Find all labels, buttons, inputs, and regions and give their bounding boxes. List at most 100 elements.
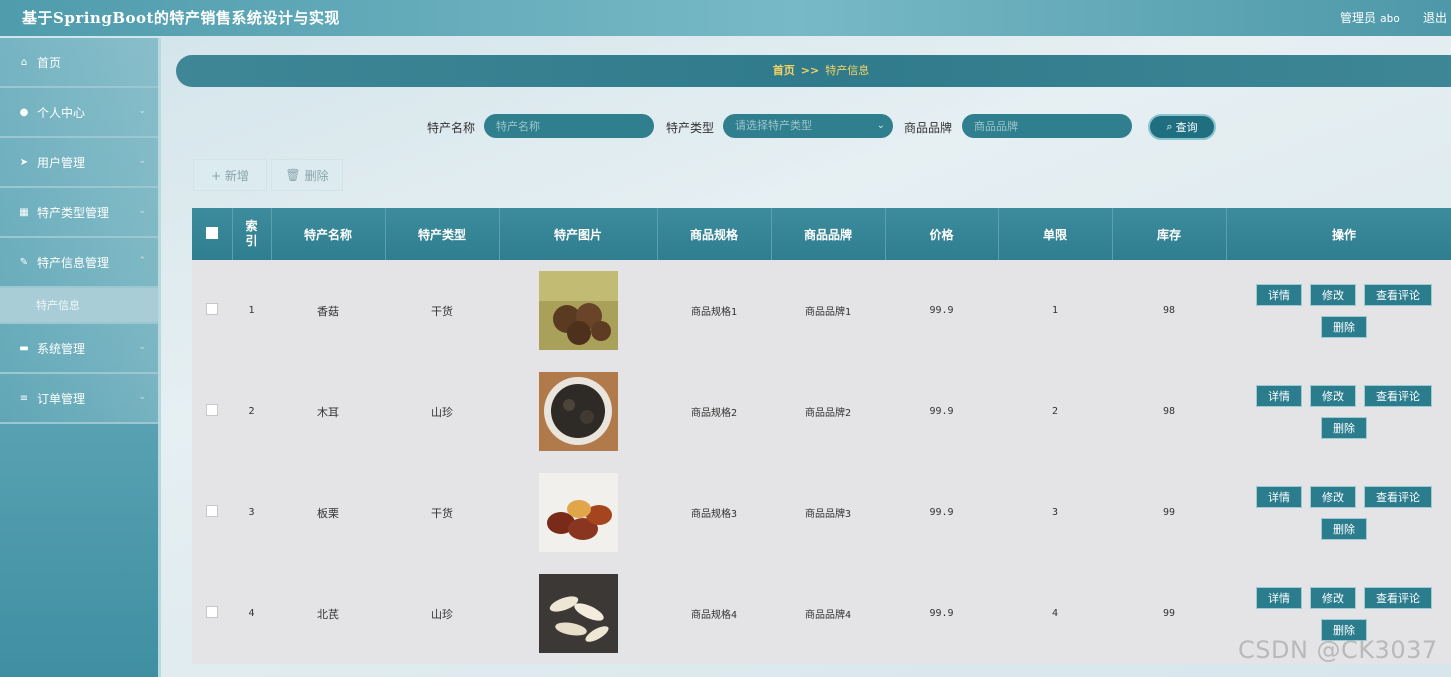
cell-stock: 98 <box>1112 260 1226 361</box>
query-button-label: 查询 <box>1175 121 1198 134</box>
cell-image <box>499 563 657 664</box>
cell-brand: 商品品牌1 <box>771 260 885 361</box>
sidebar-item-type-management[interactable]: ▦ 特产类型管理 ⌄ <box>0 188 158 238</box>
chevron-up-icon: ⌃ <box>138 256 146 266</box>
cell-name: 板栗 <box>271 462 385 563</box>
view-reviews-button[interactable]: 查看评论 <box>1364 283 1432 306</box>
row-checkbox[interactable] <box>206 303 218 315</box>
column-header: 价格 <box>885 208 999 260</box>
breadcrumb-home[interactable]: 首页 <box>773 64 795 77</box>
cell-brand: 商品品牌3 <box>771 462 885 563</box>
edit-button[interactable]: 修改 <box>1310 586 1356 609</box>
cell-price: 99.9 <box>885 361 998 462</box>
cell-type: 山珍 <box>385 361 499 462</box>
delete-row-button[interactable]: 删除 <box>1321 315 1367 338</box>
sidebar-item-label: 个人中心 <box>37 105 86 120</box>
thumbs-up-icon: ✎ <box>19 256 29 268</box>
row-checkbox[interactable] <box>206 606 218 618</box>
delete-button[interactable]: 🗑 删除 <box>271 159 343 191</box>
send-icon: ➤ <box>19 156 29 168</box>
cell-limit: 2 <box>998 361 1112 462</box>
sidebar-item-label: 用户管理 <box>37 155 86 170</box>
row-checkbox[interactable] <box>206 404 218 416</box>
view-reviews-button[interactable]: 查看评论 <box>1364 384 1432 407</box>
cell-limit: 1 <box>998 260 1112 361</box>
sidebar-item-system-management[interactable]: ▬ 系统管理 ⌄ <box>0 324 158 374</box>
select-all-checkbox[interactable] <box>205 226 218 239</box>
query-button[interactable]: ⌕ 查询 <box>1148 114 1216 140</box>
sidebar: ⌂ 首页 ● 个人中心 ⌄ ➤ 用户管理 ⌄ ▦ 特产类型管理 ⌄ ✎ 特产信息… <box>0 38 161 677</box>
cell-image <box>499 462 657 563</box>
user-icon: ● <box>19 106 29 118</box>
detail-button[interactable]: 详情 <box>1256 384 1302 407</box>
cell-type: 山珍 <box>385 563 499 664</box>
delete-row-button[interactable]: 删除 <box>1321 517 1367 540</box>
cell-spec: 商品规格2 <box>657 361 771 462</box>
view-reviews-button[interactable]: 查看评论 <box>1364 586 1432 609</box>
row-checkbox[interactable] <box>206 505 218 517</box>
chevron-down-icon: ⌄ <box>138 156 146 166</box>
chevron-down-icon: ⌄ <box>138 342 146 352</box>
view-reviews-button[interactable]: 查看评论 <box>1364 485 1432 508</box>
column-header: 特产图片 <box>499 208 658 260</box>
monitor-icon: ▬ <box>19 342 29 354</box>
home-icon: ⌂ <box>20 56 28 68</box>
column-header: 索引 <box>232 208 272 260</box>
sidebar-item-info-management[interactable]: ✎ 特产信息管理 ⌃ <box>0 238 158 288</box>
column-header: 库存 <box>1112 208 1227 260</box>
table-row: 3 板栗 干货 商品规格3 商品品牌3 99.9 3 99 详情 修改 查看评论 删除 <box>192 462 1451 563</box>
type-label: 特产类型 <box>666 121 715 135</box>
top-bar: 基于SpringBoot的特产销售系统设计与实现 管理员 abo 退出 <box>0 0 1451 36</box>
cell-spec: 商品规格1 <box>657 260 771 361</box>
list-icon: ≡ <box>19 392 29 404</box>
user-info: 管理员 abo <box>1340 9 1400 26</box>
product-image-chestnut <box>538 473 618 552</box>
detail-button[interactable]: 详情 <box>1256 283 1302 306</box>
grid-icon: ▦ <box>19 206 29 218</box>
cell-index: 4 <box>232 563 271 664</box>
brand-search-input[interactable] <box>962 114 1132 138</box>
edit-button[interactable]: 修改 <box>1310 283 1356 306</box>
type-select[interactable]: 请选择特产类型 ⌄ <box>723 114 893 138</box>
chevron-down-icon: ⌄ <box>138 106 146 116</box>
sidebar-item-personal-center[interactable]: ● 个人中心 ⌄ <box>0 88 158 138</box>
column-header: 特产名称 <box>271 208 386 260</box>
sidebar-item-order-management[interactable]: ≡ 订单管理 ⌄ <box>0 374 158 424</box>
sidebar-subitem-info[interactable]: 特产信息 <box>0 288 158 324</box>
cell-price: 99.9 <box>885 563 998 664</box>
delete-button-label: 删除 <box>304 168 329 183</box>
cell-stock: 98 <box>1112 361 1226 462</box>
row-select-cell <box>192 462 232 563</box>
trash-icon: 🗑 <box>285 168 301 182</box>
cell-spec: 商品规格4 <box>657 563 771 664</box>
table-row: 1 香菇 干货 商品规格1 商品品牌1 99.9 1 98 详情 修改 查看评论 删除 <box>192 260 1451 361</box>
column-header: 特产类型 <box>385 208 500 260</box>
edit-button[interactable]: 修改 <box>1310 384 1356 407</box>
breadcrumb-separator: >> <box>800 64 820 77</box>
breadcrumb-current: 特产信息 <box>825 64 870 77</box>
sidebar-item-label: 首页 <box>37 55 62 70</box>
name-search-input[interactable] <box>484 114 654 138</box>
cell-index: 2 <box>232 361 271 462</box>
cell-price: 99.9 <box>885 462 998 563</box>
sidebar-item-user-management[interactable]: ➤ 用户管理 ⌄ <box>0 138 158 188</box>
sidebar-item-home[interactable]: ⌂ 首页 <box>0 38 158 88</box>
user-role: 管理员 <box>1340 11 1377 25</box>
row-select-cell <box>192 260 232 361</box>
detail-button[interactable]: 详情 <box>1256 586 1302 609</box>
logout-link[interactable]: 退出 <box>1423 9 1447 26</box>
search-icon: ⌕ <box>1166 120 1173 133</box>
cell-limit: 3 <box>998 462 1112 563</box>
add-button[interactable]: + 新增 <box>193 159 267 191</box>
edit-button[interactable]: 修改 <box>1310 485 1356 508</box>
cell-index: 1 <box>232 260 271 361</box>
product-image-astragalus <box>538 574 618 653</box>
add-button-label: + 新增 <box>211 168 249 183</box>
breadcrumb: 首页 >> 特产信息 <box>176 55 1451 87</box>
delete-row-button[interactable]: 删除 <box>1321 416 1367 439</box>
table-header-row: 索引 特产名称 特产类型 特产图片 商品规格 商品品牌 价格 单限 库存 操作 <box>192 208 1451 260</box>
detail-button[interactable]: 详情 <box>1256 485 1302 508</box>
cell-actions: 详情 修改 查看评论删除 <box>1226 260 1451 361</box>
product-image-fungus <box>538 372 618 451</box>
column-header: 单限 <box>998 208 1113 260</box>
